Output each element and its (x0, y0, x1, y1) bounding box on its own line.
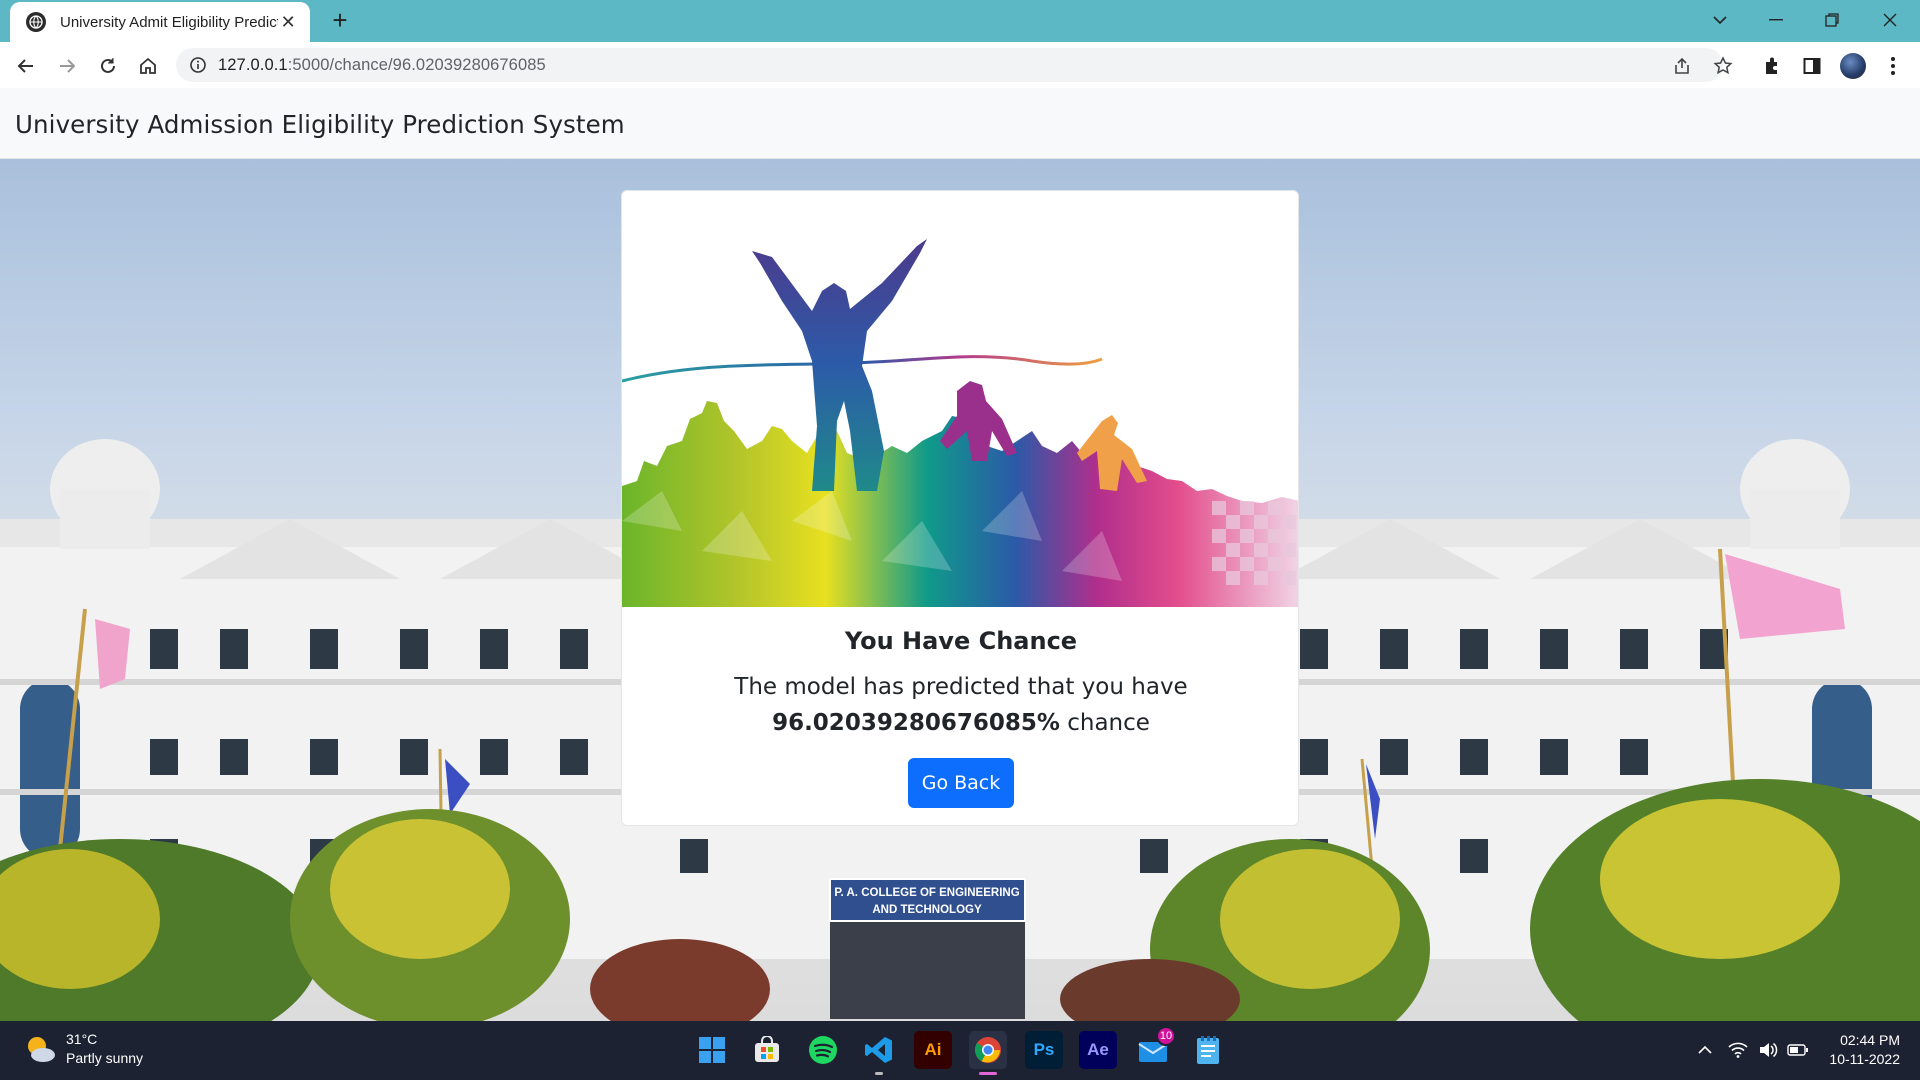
college-sign-line1: P. A. COLLEGE OF ENGINEERING (834, 887, 1019, 899)
tab-title: University Admit Eligibility Prediction … (60, 13, 278, 31)
start-button[interactable] (693, 1031, 731, 1069)
result-card: You Have Chance The model has predicted … (621, 190, 1299, 826)
result-text-before: The model has predicted that you have (734, 674, 1188, 700)
illustrator-label: Ai (924, 1040, 942, 1059)
notepad-icon[interactable] (1189, 1031, 1227, 1069)
microsoft-store-icon[interactable] (748, 1031, 786, 1069)
reload-icon[interactable] (92, 50, 124, 82)
college-sign-line2: AND TECHNOLOGY (872, 904, 982, 916)
celebration-illustration (622, 191, 1298, 607)
url-host: 127.0.0.1 (218, 55, 288, 74)
result-text-after: chance (1067, 710, 1150, 736)
spotify-icon[interactable] (804, 1031, 842, 1069)
site-navbar: University Admission Eligibility Predict… (0, 88, 1920, 159)
side-panel-icon[interactable] (1797, 51, 1827, 81)
volume-icon[interactable] (1757, 1039, 1779, 1061)
home-icon[interactable] (132, 50, 164, 82)
clock-time: 02:44 PM (1840, 1032, 1900, 1048)
weather-desc: Partly sunny (66, 1050, 144, 1066)
windows-taskbar: 31°C Partly sunny Ai Ps Ae 10 02:44 PM 1… (0, 1021, 1920, 1080)
wifi-icon[interactable] (1727, 1039, 1749, 1061)
running-indicator (875, 1072, 883, 1075)
result-title: You Have Chance (844, 627, 1078, 655)
more-menu-icon[interactable] (1878, 51, 1908, 81)
new-tab-button[interactable]: + (325, 6, 355, 36)
mail-badge: 10 (1156, 1026, 1176, 1046)
tab-strip: University Admit Eligibility Prediction … (0, 0, 1920, 42)
after-effects-icon[interactable]: Ae (1079, 1031, 1117, 1069)
clock-date: 10-11-2022 (1829, 1051, 1900, 1067)
chance-value: 96.02039280676085% (772, 710, 1060, 736)
vscode-icon[interactable] (860, 1031, 898, 1075)
show-hidden-icons-chevron[interactable] (1694, 1039, 1716, 1061)
back-icon[interactable] (10, 50, 42, 82)
restore-button[interactable] (1804, 0, 1860, 40)
battery-icon[interactable] (1787, 1039, 1809, 1061)
partly-sunny-icon (24, 1033, 56, 1065)
chrome-icon[interactable] (969, 1031, 1007, 1075)
weather-widget[interactable]: 31°C Partly sunny (24, 1030, 143, 1068)
illustrator-icon[interactable]: Ai (914, 1031, 952, 1069)
photoshop-icon[interactable]: Ps (1025, 1031, 1063, 1069)
share-icon[interactable] (1671, 55, 1693, 77)
browser-toolbar: 127.0.0.1:5000/chance/96.02039280676085 (0, 42, 1920, 88)
address-bar[interactable]: 127.0.0.1:5000/chance/96.02039280676085 (176, 48, 1733, 82)
tab-search-icon[interactable] (1692, 0, 1748, 40)
extensions-icon[interactable] (1757, 51, 1787, 81)
weather-temp: 31°C (66, 1031, 98, 1047)
minimize-button[interactable] (1748, 0, 1804, 40)
forward-icon[interactable] (51, 50, 83, 82)
system-clock[interactable]: 02:44 PM 10-11-2022 (1829, 1031, 1900, 1069)
profile-avatar[interactable] (1838, 51, 1868, 81)
go-back-button[interactable]: Go Back (908, 758, 1014, 808)
navbar-brand[interactable]: University Admission Eligibility Predict… (15, 110, 625, 139)
browser-tab[interactable]: University Admit Eligibility Prediction … (10, 2, 310, 42)
active-indicator (979, 1072, 997, 1075)
close-tab-icon[interactable]: ✕ (278, 12, 298, 33)
photoshop-label: Ps (1033, 1040, 1055, 1059)
result-text: The model has predicted that you have 96… (682, 669, 1240, 741)
url-text: 127.0.0.1:5000/chance/96.02039280676085 (218, 56, 546, 75)
mail-icon[interactable]: 10 (1134, 1026, 1176, 1069)
after-effects-label: Ae (1087, 1040, 1109, 1059)
url-path: :5000/chance/96.02039280676085 (287, 55, 546, 74)
close-window-button[interactable] (1862, 0, 1918, 40)
globe-icon (26, 12, 46, 32)
site-info-icon[interactable] (188, 55, 208, 75)
bookmark-star-icon[interactable] (1712, 55, 1734, 77)
